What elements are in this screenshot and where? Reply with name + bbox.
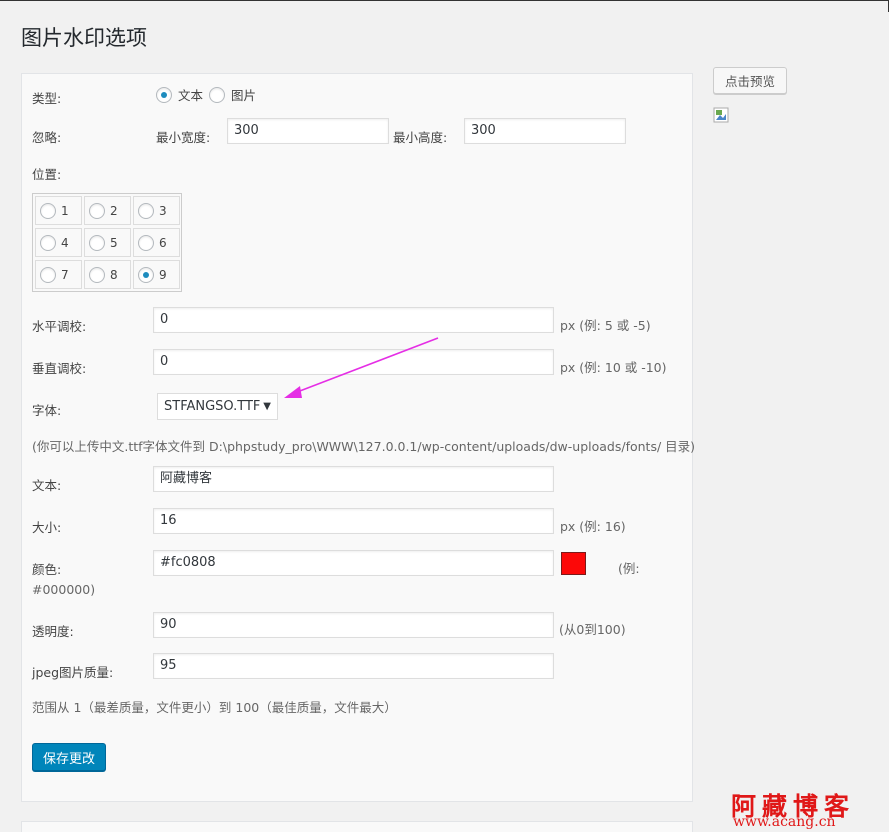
watermark-logo: 阿藏博客 www.acang.cn: [728, 787, 858, 832]
preview-button[interactable]: 点击预览: [713, 67, 787, 94]
save-button[interactable]: 保存更改: [32, 743, 106, 771]
position-label: 位置:: [32, 167, 62, 182]
opacity-label: 透明度:: [32, 624, 74, 639]
font-note: (你可以上传中文.ttf字体文件到 D:\phpstudy_pro\WWW\12…: [32, 439, 696, 454]
position-cell-label: 3: [159, 203, 167, 218]
color-hint-b: #000000): [32, 582, 96, 597]
color-input[interactable]: #fc0808: [153, 550, 554, 576]
opacity-input[interactable]: 90: [153, 612, 554, 638]
next-panel: [21, 821, 693, 832]
type-option-image-label: 图片: [231, 88, 257, 103]
watermark-url: www.acang.cn: [733, 814, 836, 830]
opacity-hint: (从0到100): [559, 622, 626, 637]
color-label: 颜色:: [32, 562, 62, 577]
font-select-value: STFANGSO.TTF: [164, 399, 261, 414]
radio-icon[interactable]: [138, 266, 154, 283]
position-cell-5[interactable]: 5: [84, 228, 131, 257]
position-cell-label: 4: [61, 235, 69, 250]
position-cell-label: 8: [110, 267, 118, 282]
position-cell-8[interactable]: 8: [84, 260, 131, 289]
radio-icon[interactable]: [89, 234, 105, 251]
h-adjust-hint: px (例: 5 或 -5): [560, 318, 651, 333]
jpeg-quality-note: 范围从 1（最差质量，文件更小）到 100（最佳质量，文件最大）: [32, 700, 397, 715]
h-adjust-label: 水平调校:: [32, 319, 87, 334]
min-width-label: 最小宽度:: [156, 130, 211, 145]
position-cell-1[interactable]: 1: [35, 196, 82, 225]
min-width-input[interactable]: 300: [227, 118, 389, 144]
text-label: 文本:: [32, 478, 62, 493]
v-adjust-hint: px (例: 10 或 -10): [560, 360, 667, 375]
type-label: 类型:: [32, 91, 62, 106]
position-cell-label: 5: [110, 235, 118, 250]
annotation-arrow-icon: [284, 337, 439, 398]
jpeg-quality-input[interactable]: 95: [153, 653, 554, 679]
watermark-text-input[interactable]: 阿藏博客: [153, 466, 554, 492]
radio-icon[interactable]: [89, 266, 105, 283]
position-cell-6[interactable]: 6: [133, 228, 180, 257]
color-hint-a: (例:: [618, 561, 640, 576]
radio-icon[interactable]: [89, 202, 105, 219]
position-cell-7[interactable]: 7: [35, 260, 82, 289]
size-input[interactable]: 16: [153, 508, 554, 534]
window-top-border: [0, 0, 889, 1]
radio-icon[interactable]: [209, 86, 225, 103]
position-cell-2[interactable]: 2: [84, 196, 131, 225]
size-hint: px (例: 16): [560, 519, 626, 534]
radio-icon[interactable]: [40, 266, 56, 283]
position-cell-label: 2: [110, 203, 118, 218]
v-adjust-label: 垂直调校:: [32, 361, 87, 376]
font-select[interactable]: STFANGSO.TTF ▼: [157, 393, 278, 420]
position-cell-label: 1: [61, 203, 69, 218]
position-cell-3[interactable]: 3: [133, 196, 180, 225]
position-cell-label: 9: [159, 267, 167, 282]
font-label: 字体:: [32, 403, 62, 418]
min-height-input[interactable]: 300: [464, 118, 626, 144]
position-cell-label: 7: [61, 267, 69, 282]
type-radio-image[interactable]: 图片: [209, 85, 256, 104]
broken-image-icon: [713, 107, 729, 123]
radio-icon[interactable]: [138, 234, 154, 251]
position-grid: 1 2 3 4 5 6 7 8 9: [32, 193, 182, 292]
page-title: 图片水印选项: [21, 26, 147, 50]
type-option-text-label: 文本: [178, 88, 204, 103]
dropdown-arrow-icon: ▼: [263, 401, 271, 412]
radio-icon[interactable]: [40, 202, 56, 219]
radio-icon[interactable]: [40, 234, 56, 251]
position-cell-9[interactable]: 9: [133, 260, 180, 289]
color-swatch[interactable]: [561, 552, 586, 575]
position-cell-4[interactable]: 4: [35, 228, 82, 257]
position-cell-label: 6: [159, 235, 167, 250]
radio-icon[interactable]: [156, 86, 172, 103]
size-label: 大小:: [32, 520, 62, 535]
radio-icon[interactable]: [138, 202, 154, 219]
jpeg-quality-label: jpeg图片质量:: [32, 665, 114, 680]
ignore-label: 忽略:: [32, 130, 62, 145]
type-radio-text[interactable]: 文本: [156, 85, 203, 104]
min-height-label: 最小高度:: [393, 130, 448, 145]
